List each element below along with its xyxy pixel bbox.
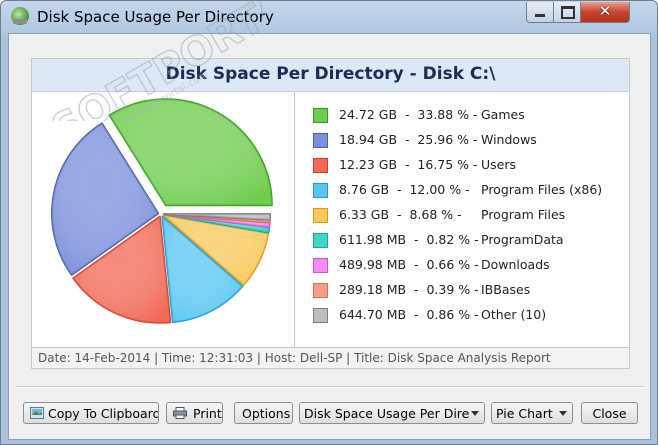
app-disk-icon	[11, 7, 29, 25]
legend-value: 12.23 GB - 16.75 % -	[339, 157, 478, 172]
window-title: Disk Space Usage Per Directory	[37, 8, 274, 26]
legend-swatch	[313, 233, 328, 248]
report-title: Disk Space Per Directory - Disk C:\	[32, 59, 629, 92]
pie-chart	[51, 98, 273, 324]
print-button[interactable]: Print	[166, 402, 223, 424]
legend-value: 18.94 GB - 25.96 % -	[339, 132, 478, 147]
legend-value: 644.70 MB - 0.86 % -	[339, 307, 479, 322]
clipboard-image-icon	[30, 407, 44, 419]
chart-type-select[interactable]: Pie Chart	[491, 402, 573, 424]
legend-label: IBBases	[481, 282, 531, 297]
report-panel: Disk Space Per Directory - Disk C:\ 24.7…	[31, 58, 630, 369]
legend-label: Program Files	[481, 207, 566, 222]
legend-label: Downloads	[481, 257, 550, 272]
legend-value: 8.76 GB - 12.00 % -	[339, 182, 470, 197]
legend-swatch	[313, 208, 328, 223]
legend-label: Program Files (x86)	[481, 182, 603, 197]
chart-legend: 24.72 GB - 33.88 % - Games 18.94 GB - 25.9…	[294, 92, 629, 347]
legend-swatch	[313, 258, 328, 273]
report-type-select[interactable]: Disk Space Usage Per Directo	[299, 402, 485, 424]
legend-value: 24.72 GB - 33.88 % -	[339, 107, 478, 122]
pie-chart-area	[32, 92, 294, 347]
chevron-down-icon	[471, 411, 479, 416]
legend-swatch	[313, 108, 328, 123]
window-close-button[interactable]: ✕	[580, 2, 630, 23]
legend-label: Other (10)	[481, 307, 547, 322]
close-button[interactable]: Close	[581, 402, 638, 424]
legend-value: 6.33 GB - 8.68 % -	[339, 207, 462, 222]
report-footer: Date: 14-Feb-2014 | Time: 12:31:03 | Hos…	[32, 347, 629, 368]
close-icon: ✕	[598, 2, 612, 20]
copy-to-clipboard-button[interactable]: Copy To Clipboard	[23, 402, 159, 424]
app-window: Disk Space Usage Per Directory ✕ Disk Sp…	[0, 0, 658, 445]
legend-value: 289.18 MB - 0.39 % -	[339, 282, 479, 297]
options-button[interactable]: Options	[234, 402, 293, 424]
legend-value: 489.98 MB - 0.66 % -	[339, 257, 479, 272]
legend-swatch	[313, 158, 328, 173]
legend-swatch	[313, 133, 328, 148]
legend-label: ProgramData	[481, 232, 564, 247]
legend-label: Users	[481, 157, 517, 172]
legend-label: Windows	[481, 132, 537, 147]
printer-icon	[173, 407, 187, 419]
chevron-down-icon	[559, 411, 567, 416]
minimize-button[interactable]	[526, 2, 554, 23]
legend-swatch	[313, 308, 328, 323]
legend-swatch	[313, 283, 328, 298]
legend-swatch	[313, 183, 328, 198]
maximize-button[interactable]	[553, 2, 581, 23]
legend-label: Games	[481, 107, 525, 122]
client-area: Disk Space Per Directory - Disk C:\ 24.7…	[8, 33, 651, 440]
title-bar[interactable]: Disk Space Usage Per Directory ✕	[1, 1, 657, 33]
legend-value: 611.98 MB - 0.82 % -	[339, 232, 479, 247]
separator	[15, 386, 644, 388]
